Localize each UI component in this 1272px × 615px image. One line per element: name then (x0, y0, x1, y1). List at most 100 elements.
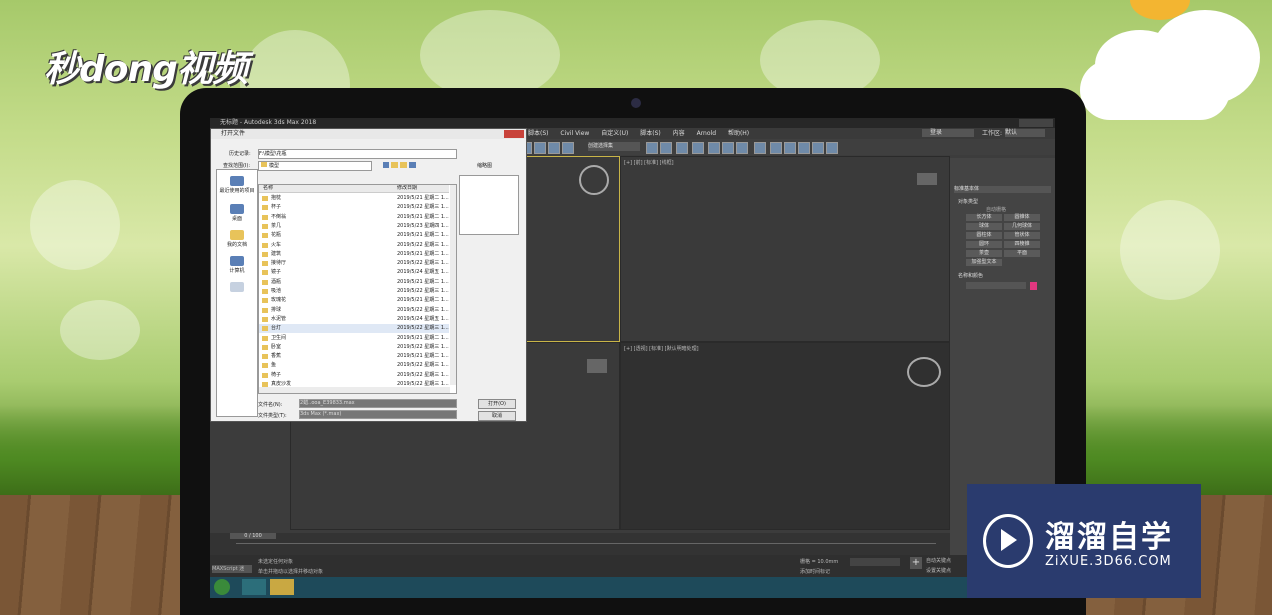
viewport-bottom-right[interactable]: [+] [透视] [标准] [默认明暗处理] (620, 342, 950, 530)
viewcube-icon[interactable] (917, 173, 937, 185)
file-row[interactable]: 鱼 2019/5/22 星期三 1... (259, 361, 449, 370)
column-date[interactable]: 修改日期 (397, 185, 417, 192)
toolbar-icon[interactable] (736, 142, 748, 154)
menu-item[interactable]: 内容 (673, 130, 685, 137)
menu-item[interactable]: 自定义(U) (601, 130, 628, 137)
user-dropdown[interactable]: 登录 (922, 129, 974, 137)
column-name[interactable]: 名称 (263, 185, 273, 192)
file-row[interactable]: 镜子 2019/5/24 星期五 1... (259, 268, 449, 277)
object-type-button[interactable]: 四棱锥 (1004, 241, 1040, 248)
viewport-label[interactable]: [+] [透视] [标准] [默认明暗处理] (624, 345, 699, 352)
place-desktop[interactable]: 桌面 (217, 204, 257, 222)
filename-input[interactable]: 2蜡..ooa_E39833.max (299, 399, 457, 408)
viewcube-icon[interactable] (579, 165, 609, 195)
toolbar-icon[interactable] (812, 142, 824, 154)
selection-set-dropdown[interactable]: 创建选择集 (588, 142, 640, 151)
file-row[interactable]: 排球 2019/5/22 星期三 1... (259, 306, 449, 315)
object-type-button[interactable]: 圆环 (966, 241, 1002, 248)
menu-item[interactable]: 脚本(S) (528, 130, 549, 137)
file-row[interactable]: 建筑 2019/5/21 星期二 1... (259, 250, 449, 259)
menu-item[interactable]: 脚本(S) (640, 130, 661, 137)
toolbar-icon[interactable] (646, 142, 658, 154)
object-type-button[interactable]: 加强型文本 (966, 259, 1002, 266)
name-color-title[interactable]: 名称和颜色 (958, 272, 983, 279)
toolbar-icon[interactable] (660, 142, 672, 154)
file-row[interactable]: 卧室 2019/5/22 星期三 1... (259, 343, 449, 352)
auto-key-button[interactable]: 自动关键点 (926, 557, 951, 564)
menu-item[interactable]: Civil View (560, 130, 589, 137)
file-row[interactable]: 火车 2019/5/22 星期三 1... (259, 241, 449, 250)
file-row[interactable]: 花瓶 2019/5/21 星期二 1... (259, 231, 449, 240)
object-type-button[interactable]: 长方体 (966, 214, 1002, 221)
file-row[interactable]: 接待厅 2019/5/22 星期三 1... (259, 259, 449, 268)
toolbar-icon[interactable] (754, 142, 766, 154)
place-computer[interactable]: 计算机 (217, 256, 257, 274)
file-row[interactable]: 玫瑰花 2019/5/21 星期二 1... (259, 296, 449, 305)
cancel-button[interactable]: 取消 (478, 411, 516, 421)
object-type-button[interactable]: 管状体 (1004, 232, 1040, 239)
file-row[interactable]: 香蕉 2019/5/21 星期二 1... (259, 352, 449, 361)
file-row[interactable]: 杯子 2019/5/22 星期三 1... (259, 203, 449, 212)
file-row[interactable]: 卫生间 2019/5/21 星期二 1... (259, 334, 449, 343)
viewport-top-right[interactable]: [+] [前] [标准] [线框] (620, 156, 950, 342)
object-type-button[interactable]: 几何球体 (1004, 223, 1040, 230)
history-dropdown[interactable]: F:\模型\花瓶 (258, 149, 457, 159)
file-row[interactable]: 酒瓶 2019/5/21 星期二 1... (259, 278, 449, 287)
back-icon[interactable] (383, 162, 389, 168)
filetype-dropdown[interactable]: 3ds Max (*.max) (299, 410, 457, 419)
maxscript-listener[interactable]: MAXScript 迷 (212, 565, 252, 573)
add-time-tag[interactable]: 添加时间标记 (800, 568, 830, 575)
autogrid-label[interactable]: 自动栅格 (986, 206, 1006, 213)
timeline[interactable]: 0 / 100 (210, 533, 950, 555)
toolbar-icon[interactable] (770, 142, 782, 154)
taskbar-folder-icon[interactable] (270, 579, 294, 595)
viewport-label[interactable]: [+] [前] [标准] [线框] (624, 159, 674, 166)
object-name-field[interactable] (966, 282, 1026, 289)
object-type-button[interactable]: 圆柱体 (966, 232, 1002, 239)
set-key-button[interactable]: 设置关键点 (926, 567, 951, 574)
object-type-button[interactable]: 平面 (1004, 250, 1040, 257)
menu-item[interactable]: 帮助(H) (728, 130, 749, 137)
file-row[interactable]: 台灯 2019/5/22 星期三 1... (259, 324, 449, 334)
toolbar-icon[interactable] (562, 142, 574, 154)
toolbar-icon[interactable] (548, 142, 560, 154)
window-controls[interactable] (1019, 119, 1053, 127)
toolbar-icon[interactable] (708, 142, 720, 154)
open-button[interactable]: 打开(O) (478, 399, 516, 409)
menu-item[interactable]: Arnold (697, 130, 716, 137)
file-row[interactable]: 水泥管 2019/5/24 星期五 1... (259, 315, 449, 324)
place-network[interactable] (217, 282, 257, 293)
object-type-title[interactable]: 对象类型 (958, 198, 978, 205)
taskbar-app-icon[interactable] (242, 579, 266, 595)
object-type-button[interactable]: 球体 (966, 223, 1002, 230)
toolbar-icon[interactable] (798, 142, 810, 154)
file-row[interactable]: 茶几 2019/5/23 星期四 1... (259, 222, 449, 231)
file-row[interactable]: 椅子 2019/5/22 星期三 1... (259, 371, 449, 380)
view-menu-icon[interactable] (409, 162, 416, 168)
toolbar-icon[interactable] (826, 142, 838, 154)
object-type-button[interactable]: 圆锥体 (1004, 214, 1040, 221)
vertical-scrollbar[interactable] (450, 185, 456, 385)
close-icon[interactable] (504, 130, 524, 138)
add-key-icon[interactable]: + (910, 557, 922, 569)
viewcube-icon[interactable] (907, 357, 941, 387)
play-controls[interactable] (850, 558, 900, 566)
viewcube-icon[interactable] (587, 359, 607, 373)
file-row[interactable]: 吸池 2019/5/22 星期三 1... (259, 287, 449, 296)
toolbar-icon[interactable] (692, 142, 704, 154)
workspace-dropdown[interactable]: 默认 (1005, 129, 1045, 137)
frame-indicator[interactable]: 0 / 100 (230, 533, 276, 539)
toolbar-icon[interactable] (722, 142, 734, 154)
toolbar-icon[interactable] (534, 142, 546, 154)
up-folder-icon[interactable] (391, 162, 398, 168)
file-row[interactable]: 抱枕 2019/5/21 星期二 1... (259, 194, 449, 203)
lookin-dropdown[interactable]: 模型 (258, 161, 372, 171)
new-folder-icon[interactable] (400, 162, 407, 168)
horizontal-scrollbar[interactable] (259, 387, 450, 393)
object-type-button[interactable]: 茶壶 (966, 250, 1002, 257)
toolbar-icon[interactable] (784, 142, 796, 154)
start-button-icon[interactable] (214, 579, 230, 595)
toolbar-icon[interactable] (676, 142, 688, 154)
place-documents[interactable]: 我的文档 (217, 230, 257, 248)
object-color-swatch[interactable] (1030, 282, 1037, 290)
